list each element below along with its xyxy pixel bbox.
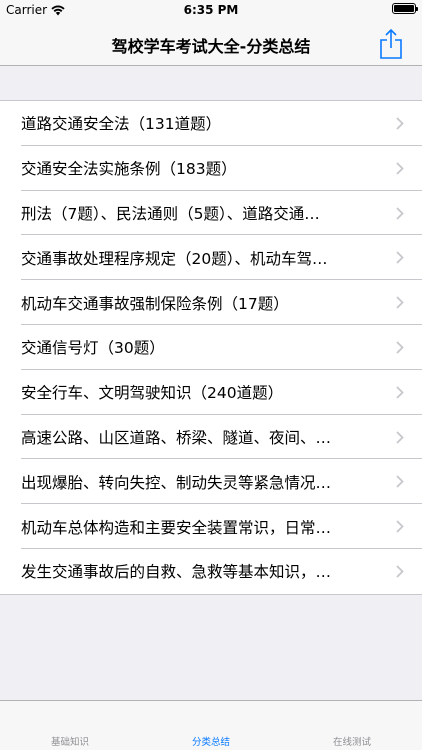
status-time: 6:35 PM: [183, 3, 239, 17]
list-item[interactable]: 机动车总体构造和主要安全装置常识，日常…: [0, 504, 422, 549]
category-list: 道路交通安全法（131道题） 交通安全法实施条例（183题） 刑法（7题）、民法通则…: [0, 100, 422, 595]
list-item-label: 刑法（7题）、民法通则（5题）、道路交通…: [21, 204, 320, 223]
list-item-label: 交通安全法实施条例（183题）: [21, 160, 237, 179]
list-item[interactable]: 发生交通事故后的自救、急救等基本知识，…: [0, 549, 422, 594]
list-item[interactable]: 交通安全法实施条例（183题）: [0, 146, 422, 191]
list-item[interactable]: 安全行车、文明驾驶知识（240道题）: [0, 370, 422, 415]
status-bar: Carrier 6:35 PM: [0, 0, 422, 20]
list-item-label: 安全行车、文明驾驶知识（240道题）: [21, 384, 284, 403]
tab-label: 基础知识: [50, 737, 89, 748]
chevron-right-icon: [396, 430, 404, 444]
page-title: 驾校学车考试大全-分类总结: [111, 37, 311, 56]
battery-fill: [394, 5, 414, 12]
chevron-right-icon: [396, 296, 404, 309]
chevron-right-icon: [396, 117, 404, 130]
chevron-right-icon: [396, 162, 404, 175]
chevron-right-icon: [396, 475, 404, 489]
tab-online-test[interactable]: 在线测试: [282, 701, 422, 750]
list-item[interactable]: 交通信号灯（30题）: [0, 325, 422, 370]
list-item-label: 高速公路、山区道路、桥梁、隧道、夜间、…: [21, 428, 332, 447]
chevron-right-icon: [396, 341, 404, 354]
list-item-label: 发生交通事故后的自救、急救等基本知识，…: [21, 563, 332, 582]
tab-basic-knowledge[interactable]: 基础知识: [0, 701, 140, 750]
battery-icon: [392, 3, 418, 14]
tab-category-summary[interactable]: 分类总结: [141, 701, 281, 750]
tab-bar: 基础知识 分类总结 在线测试: [0, 700, 422, 750]
chevron-right-icon: [396, 251, 404, 265]
navigation-bar: 驾校学车考试大全-分类总结: [0, 20, 422, 66]
list-item-label: 机动车总体构造和主要安全装置常识，日常…: [21, 518, 332, 537]
list-item[interactable]: 交通事故处理程序规定（20题）、机动车驾…: [0, 235, 422, 281]
list-item-label: 道路交通安全法（131道题）: [21, 115, 222, 134]
list-item-label: 交通信号灯（30题）: [21, 339, 165, 358]
chevron-right-icon: [396, 386, 404, 399]
list-item-label: 交通事故处理程序规定（20题）、机动车驾…: [21, 249, 328, 268]
list-item[interactable]: 道路交通安全法（131道题）: [0, 101, 422, 146]
status-right: [392, 3, 418, 14]
chevron-right-icon: [396, 520, 404, 533]
list-item[interactable]: 出现爆胎、转向失控、制动失灵等紧急情况…: [0, 459, 422, 505]
list-item[interactable]: 刑法（7题）、民法通则（5题）、道路交通…: [0, 191, 422, 236]
share-icon[interactable]: [378, 29, 404, 59]
chevron-right-icon: [396, 206, 404, 220]
list-item-label: 机动车交通事故强制保险条例（17题）: [21, 294, 289, 313]
list-item[interactable]: 高速公路、山区道路、桥梁、隧道、夜间、…: [0, 415, 422, 460]
tab-label: 在线测试: [332, 737, 371, 748]
list-item-label: 出现爆胎、转向失控、制动失灵等紧急情况…: [21, 473, 332, 492]
tab-label: 分类总结: [191, 737, 230, 748]
list-item[interactable]: 机动车交通事故强制保险条例（17题）: [0, 280, 422, 325]
chevron-right-icon: [396, 565, 404, 578]
